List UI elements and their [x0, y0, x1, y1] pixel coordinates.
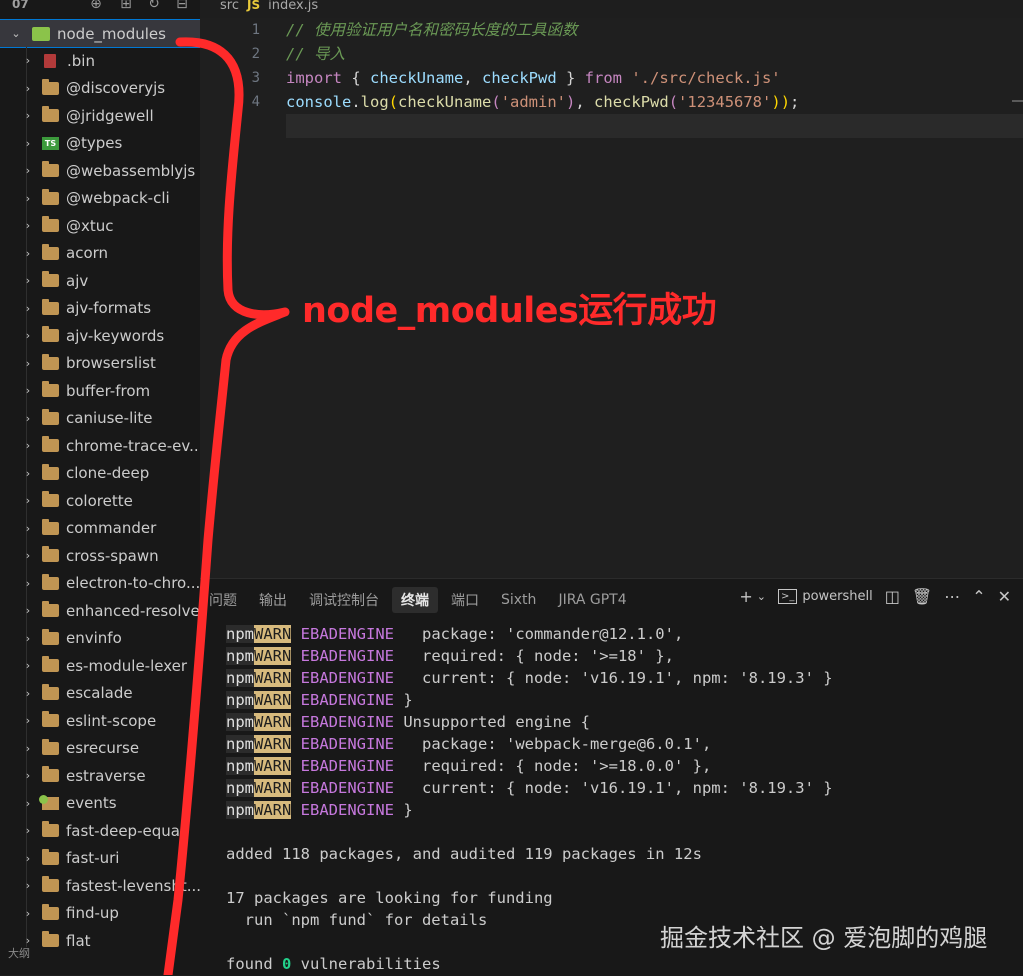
punctuation: )) [771, 93, 791, 111]
identifier: checkPwd [482, 69, 557, 87]
terminal-warn-line: npmWARN EBADENGINE Unsupported engine { [226, 711, 1016, 733]
terminal-text: required: { node: '>=18' }, [394, 647, 674, 665]
current-line-highlight [286, 114, 1023, 138]
tab-sixth[interactable]: Sixth [492, 589, 545, 611]
string-literal: '12345678' [678, 93, 772, 111]
terminal-warn-line: npmWARN EBADENGINE current: { node: 'v16… [226, 777, 1016, 799]
watermark: 掘金技术社区 @ 爱泡脚的鸡腿 [660, 924, 988, 952]
terminal-text: } [394, 801, 413, 819]
maximize-panel-icon[interactable]: ⌃ [972, 587, 985, 606]
chevron-down-icon[interactable]: ⌄ [757, 590, 766, 603]
terminal-text: Unsupported engine { [394, 713, 590, 731]
plus-icon[interactable]: + [739, 587, 752, 606]
shell-name: powershell [802, 589, 873, 604]
split-terminal-icon[interactable]: ◫ [885, 587, 900, 606]
terminal-profile[interactable]: >_ powershell [777, 589, 873, 604]
punctuation: , [463, 69, 482, 87]
tab-terminal[interactable]: 终端 [392, 587, 438, 613]
trash-icon[interactable]: 🗑 [912, 587, 932, 606]
terminal-text: required: { node: '>=18.0.0' }, [394, 757, 712, 775]
function-name: checkUname [398, 93, 492, 111]
terminal-text: current: { node: 'v16.19.1', npm: '8.19.… [394, 779, 833, 797]
tab-jira-gpt4[interactable]: JIRA GPT4 [549, 589, 635, 611]
punctuation: ( [668, 93, 679, 111]
close-icon[interactable]: ✕ [998, 587, 1011, 606]
punctuation: . [351, 93, 361, 111]
minimap-slider[interactable] [1012, 100, 1023, 102]
identifier: checkUname [370, 69, 464, 87]
code-line-4: console.log(checkUname('admin'), checkPw… [286, 90, 799, 114]
terminal-warn-line: npmWARN EBADENGINE package: 'webpack-mer… [226, 733, 1016, 755]
terminal-text: package: 'webpack-merge@6.0.1', [394, 735, 712, 753]
annotation-text: node_modules运行成功 [302, 291, 717, 331]
punctuation: } [556, 69, 585, 87]
string-literal: './src/check.js' [631, 69, 781, 87]
punctuation: ( [388, 93, 399, 111]
punctuation: ; [790, 93, 800, 111]
punctuation: , [575, 93, 595, 111]
red-brace-annotation [163, 37, 290, 975]
terminal-text: } [394, 691, 413, 709]
terminal-text: current: { node: 'v16.19.1', npm: '8.19.… [394, 669, 833, 687]
terminal-warn-line: npmWARN EBADENGINE } [226, 799, 1016, 821]
punctuation: ( [491, 93, 501, 111]
string-literal: 'admin' [500, 93, 567, 111]
code-line-3: import { checkUname, checkPwd } from './… [286, 66, 781, 90]
terminal-warn-line: npmWARN EBADENGINE } [226, 689, 1016, 711]
terminal-funding-line: 17 packages are looking for funding [226, 889, 553, 907]
punctuation: { [342, 69, 370, 87]
more-icon[interactable]: ⋯ [944, 587, 960, 606]
keyword: from [584, 69, 622, 87]
terminal-icon: >_ [777, 589, 798, 604]
terminal-warn-line: npmWARN EBADENGINE required: { node: '>=… [226, 755, 1016, 777]
terminal-warn-line: npmWARN EBADENGINE required: { node: '>=… [226, 645, 1016, 667]
terminal-found-line: found 0 vulnerabilities [226, 953, 1016, 975]
function-name: log [360, 93, 389, 111]
code-line-1: // 使用验证用户名和密码长度的工具函数 [286, 21, 578, 39]
bottom-panel: 问题 输出 调试控制台 终端 端口 Sixth JIRA GPT4 + ⌄ >_… [200, 578, 1023, 976]
tab-ports[interactable]: 端口 [442, 587, 488, 613]
panel-actions: + ⌄ >_ powershell ◫ 🗑 ⋯ ⌃ ✕ [739, 587, 1011, 606]
function-name: checkPwd [594, 93, 669, 111]
terminal-warn-line: npmWARN EBADENGINE current: { node: 'v16… [226, 667, 1016, 689]
terminal-text: package: 'commander@12.1.0', [394, 625, 684, 643]
terminal-warn-line: npmWARN EBADENGINE package: 'commander@1… [226, 623, 1016, 645]
terminal-added-line: added 118 packages, and audited 119 pack… [226, 845, 702, 863]
punctuation: ) [566, 93, 576, 111]
